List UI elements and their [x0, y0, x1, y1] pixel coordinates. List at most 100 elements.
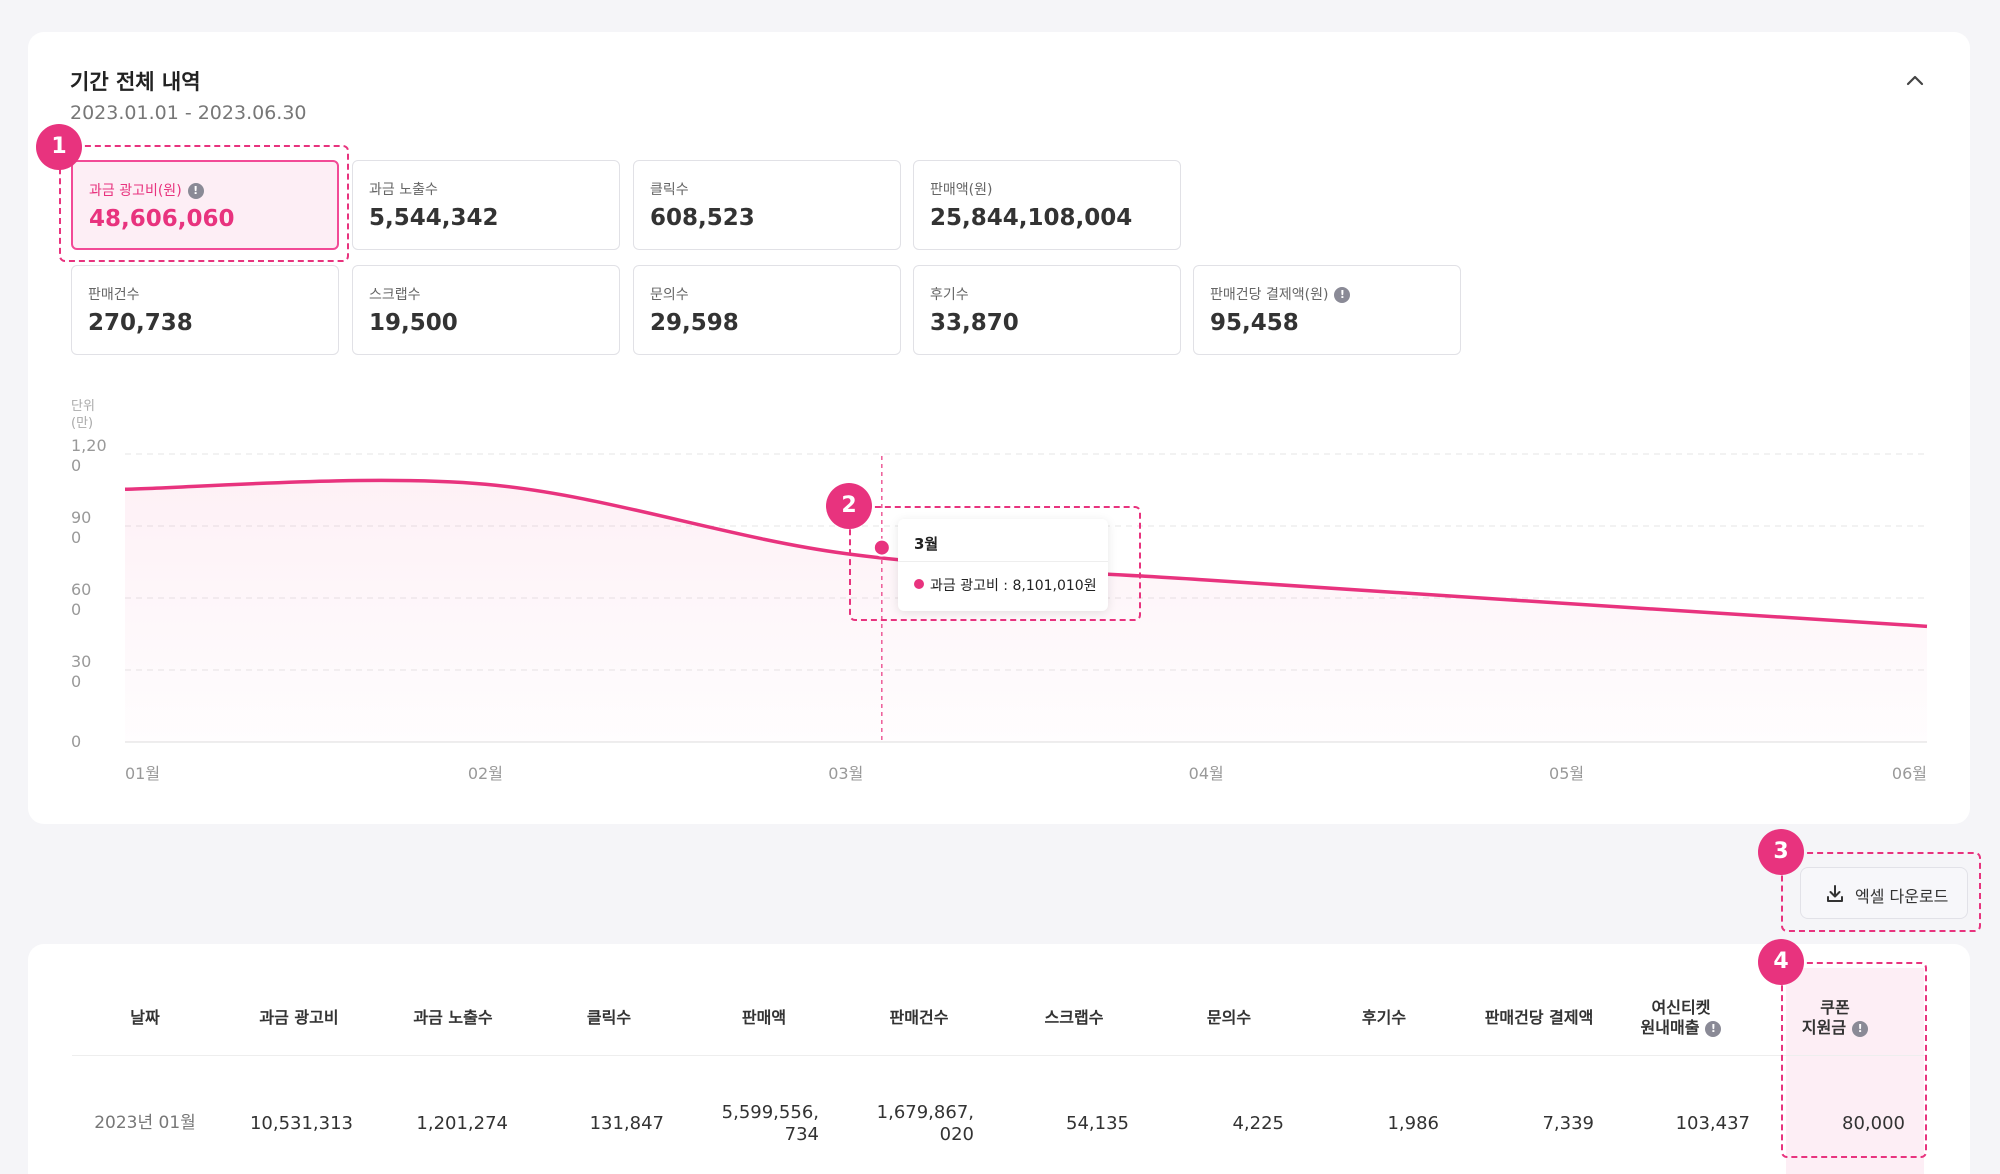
y-tick-label: 30 — [71, 652, 91, 671]
callout-box-1 — [59, 145, 349, 262]
header-text: 후기수 — [1362, 1008, 1406, 1028]
callout-badge-1: 1 — [36, 124, 82, 170]
cell-line: 131,847 — [589, 1112, 664, 1134]
y-tick-label: 0 — [71, 672, 81, 691]
x-tick-label: 01월 — [125, 764, 160, 783]
unit-label: 단위 — [71, 399, 95, 414]
header-text: 판매건당 결제액 — [1485, 1008, 1594, 1028]
y-tick-label: 0 — [71, 456, 81, 475]
header-line-text: 원내매출 — [1640, 1018, 1700, 1037]
cell-text: 54,135 — [1066, 1113, 1129, 1136]
cell-line: 103,437 — [1675, 1112, 1750, 1134]
table-header-cell: 스크랩수 — [994, 988, 1154, 1048]
table-date-cell: 2023년 01월 — [65, 1094, 225, 1154]
y-tick-label: 60 — [71, 580, 91, 599]
header-text: 클릭수 — [587, 1008, 631, 1028]
header-line: 클릭수 — [587, 1008, 631, 1028]
cell-text: 10,531,313 — [250, 1113, 353, 1136]
header-line: 날짜 — [130, 1008, 159, 1028]
table-cell: 1,201,274 — [358, 1094, 508, 1154]
header-text: 날짜 — [130, 1008, 159, 1028]
cell-text: 7,339 — [1542, 1113, 1594, 1136]
table-cell: 7,339 — [1444, 1094, 1594, 1154]
table-cell: 10,531,313 — [203, 1094, 353, 1154]
table-cell: 54,135 — [979, 1094, 1129, 1154]
data-table: 날짜 과금 광고비 과금 노출수 클릭수 판매액 판매건수 스크랩수 문의수 후기수 판매건당 결… — [28, 944, 1970, 1174]
header-line-text: 판매액 — [741, 1008, 787, 1027]
table-header-cell: 판매건수 — [839, 988, 999, 1048]
cell-line: 10,531,313 — [249, 1112, 353, 1134]
x-tick-label: 04월 — [1189, 764, 1224, 783]
header-line: 원내매출! — [1641, 1018, 1722, 1038]
callout-box-2 — [849, 506, 1141, 621]
header-line-text: 판매건당 결제액 — [1484, 1008, 1594, 1027]
cell-line: 020 — [939, 1124, 974, 1145]
table-cell: 4,225 — [1134, 1094, 1284, 1154]
header-line-text: 클릭수 — [586, 1008, 632, 1027]
table-header-cell: 판매건당 결제액 — [1459, 988, 1619, 1048]
table-cell: 1,986 — [1289, 1094, 1439, 1154]
table-header-cell: 후기수 — [1304, 988, 1464, 1048]
header-line: 스크랩수 — [1045, 1008, 1104, 1028]
cell-line: 54,135 — [1066, 1112, 1129, 1134]
header-line: 후기수 — [1362, 1008, 1406, 1028]
table-cell: 5,599,556, 734 — [669, 1094, 819, 1154]
cell-line: 1,986 — [1387, 1112, 1439, 1134]
table-header-cell: 문의수 — [1149, 988, 1309, 1048]
cell-line: 7,339 — [1542, 1112, 1594, 1134]
header-line-text: 스크랩수 — [1044, 1008, 1104, 1027]
header-line-text: 문의수 — [1206, 1008, 1252, 1027]
header-text: 판매건수 — [890, 1008, 949, 1028]
cell-line: 4,225 — [1232, 1112, 1284, 1134]
y-tick-label: 0 — [71, 600, 81, 619]
callout-box-4 — [1781, 962, 1927, 1158]
header-text: 과금 노출수 — [413, 1008, 492, 1028]
table-header-cell: 여신티켓 원내매출! — [1601, 988, 1761, 1048]
header-line-text: 과금 노출수 — [413, 1008, 493, 1027]
x-tick-label: 03월 — [828, 764, 863, 783]
cell-text: 1,679,867, 020 — [877, 1102, 974, 1147]
cell-text: 131,847 — [590, 1113, 664, 1136]
unit-label: (만) — [71, 416, 93, 431]
ad-cost-chart: 단위(만)1,200900600300001월 02월 03월 04월 05월 06월 — [71, 399, 1928, 783]
cell-line: 1,679,867, — [876, 1101, 974, 1123]
callout-box-3 — [1781, 852, 1981, 932]
header-text: 문의수 — [1207, 1008, 1251, 1028]
header-line-text: 여신티켓 — [1651, 998, 1711, 1017]
header-line: 판매액 — [742, 1008, 786, 1028]
y-tick-label: 0 — [71, 528, 81, 547]
header-text: 스크랩수 — [1045, 1008, 1104, 1028]
cell-line: 1,201,274 — [416, 1112, 508, 1134]
y-tick-label: 1,20 — [71, 436, 107, 455]
x-tick-label: 05월 — [1549, 764, 1584, 783]
header-line-text: 후기수 — [1361, 1008, 1407, 1027]
cell-line: 2023년 01월 — [94, 1113, 196, 1134]
cell-text: 1,201,274 — [416, 1113, 508, 1136]
callout-badge-4: 4 — [1758, 939, 1804, 985]
table-header-cell: 과금 노출수 — [373, 988, 533, 1048]
cell-line: 5,599,556, — [721, 1101, 819, 1123]
cell-text: 1,986 — [1387, 1113, 1439, 1136]
table-cell: 1,679,867, 020 — [824, 1094, 974, 1154]
header-text: 과금 광고비 — [259, 1008, 338, 1028]
table-header-cell: 클릭수 — [529, 988, 689, 1048]
callout-badge-2: 2 — [826, 483, 872, 529]
table-header-divider — [72, 1055, 1926, 1056]
cell-line: 734 — [784, 1124, 819, 1145]
header-line-text: 날짜 — [130, 1008, 160, 1027]
header-line: 과금 광고비 — [259, 1008, 338, 1028]
header-line-text: 과금 광고비 — [259, 1008, 339, 1027]
cell-text: 2023년 01월 — [94, 1113, 196, 1134]
y-tick-label: 0 — [71, 732, 81, 751]
table-cell: 131,847 — [514, 1094, 664, 1154]
cell-text: 5,599,556, 734 — [722, 1102, 819, 1147]
x-tick-label: 02월 — [468, 764, 503, 783]
header-text: 여신티켓 원내매출! — [1641, 998, 1722, 1038]
header-line: 판매건당 결제액 — [1485, 1008, 1594, 1028]
header-line: 판매건수 — [890, 1008, 949, 1028]
x-tick-label: 06월 — [1892, 764, 1927, 783]
header-line-text: 판매건수 — [889, 1008, 949, 1027]
info-icon[interactable]: ! — [1705, 1021, 1722, 1037]
table-header-cell: 과금 광고비 — [219, 988, 379, 1048]
header-line: 문의수 — [1207, 1008, 1251, 1028]
